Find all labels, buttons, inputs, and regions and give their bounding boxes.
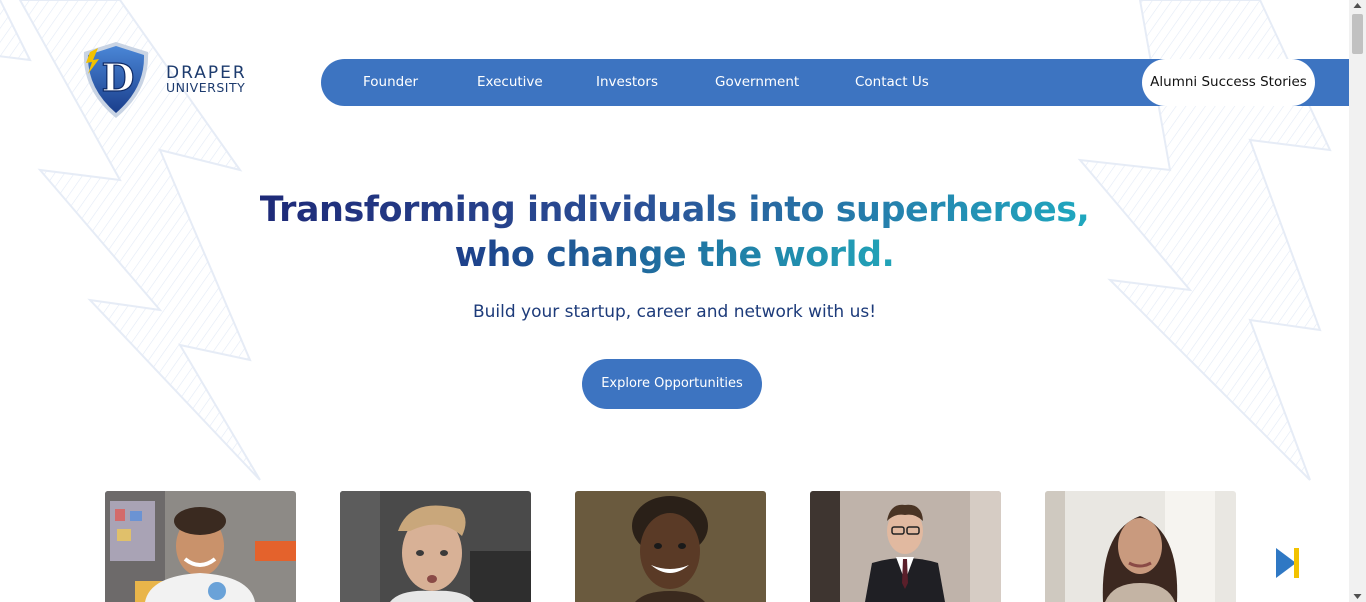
svg-text:D: D — [102, 55, 135, 100]
nav-item-investors[interactable]: Investors — [596, 59, 658, 106]
vertical-scrollbar[interactable] — [1349, 0, 1366, 602]
nav-item-executive[interactable]: Executive — [477, 59, 543, 106]
nav-item-contact-us[interactable]: Contact Us — [855, 59, 929, 106]
profile-card[interactable] — [105, 491, 296, 602]
profile-card[interactable] — [810, 491, 1001, 602]
hero-title-line1: Transforming individuals into superheroe… — [259, 190, 1090, 230]
explore-opportunities-button[interactable]: Explore Opportunities — [582, 359, 762, 409]
alumni-success-stories-button[interactable]: Alumni Success Stories — [1142, 59, 1315, 106]
profile-photo — [810, 491, 1001, 602]
profile-photo — [1045, 491, 1236, 602]
scroll-down-arrow-icon[interactable] — [1349, 590, 1366, 602]
profile-card[interactable] — [1045, 491, 1236, 602]
scrollbar-thumb[interactable] — [1352, 14, 1363, 54]
profile-photo — [575, 491, 766, 602]
logo-wordmark: DRAPER UNIVERSITY — [166, 65, 247, 95]
logo-name-line2: UNIVERSITY — [166, 80, 246, 96]
shield-lightning-logo: D — [83, 42, 149, 118]
scroll-up-arrow-icon[interactable] — [1349, 0, 1366, 12]
play-arrow-icon[interactable] — [1276, 548, 1300, 578]
hero-subtitle: Build your startup, career and network w… — [472, 302, 877, 322]
hero-title-line2: who change the world. — [454, 235, 895, 275]
main-navbar: Founder Executive Investors Government C… — [321, 59, 1349, 106]
hero-title: Transforming individuals into superheroe… — [0, 188, 1349, 278]
nav-item-founder[interactable]: Founder — [363, 59, 418, 106]
profile-card[interactable] — [340, 491, 531, 602]
nav-item-government[interactable]: Government — [715, 59, 799, 106]
draper-university-logo[interactable]: D DRAPER UNIVERSITY — [80, 40, 255, 120]
profile-card[interactable] — [575, 491, 766, 602]
profile-photo — [340, 491, 531, 602]
profile-photo — [105, 491, 296, 602]
